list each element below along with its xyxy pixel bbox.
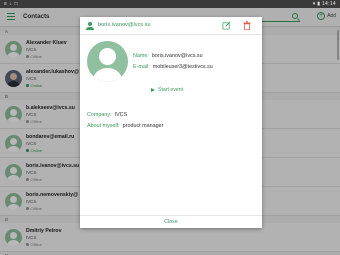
start-event-button[interactable]: Start event: [151, 87, 183, 93]
close-button[interactable]: Close: [80, 216, 262, 228]
email-value: mobileuser3@testivcs.su: [152, 64, 213, 70]
company-field: Company: IVCS: [87, 112, 127, 118]
company-value: IVCS: [114, 112, 128, 118]
contact-details-dialog: boris.ivanov@ivcs.su Name: boris.ivanov@i…: [80, 17, 262, 228]
about-value: product manager: [122, 123, 164, 129]
person-icon: [86, 22, 94, 30]
start-event-label: Start event: [158, 87, 184, 93]
name-label: Name:: [133, 53, 149, 59]
email-label: E-mail:: [133, 64, 150, 70]
name-field: Name: boris.ivanov@ivcs.su: [133, 53, 203, 59]
status-bar-right: ▾ ▮ 14:14: [312, 1, 336, 7]
name-value: boris.ivanov@ivcs.su: [151, 53, 203, 59]
company-label: Company:: [87, 112, 112, 118]
trash-icon[interactable]: [243, 21, 251, 30]
about-field: About myself: product manager: [87, 123, 163, 129]
dialog-title-email: boris.ivanov@ivcs.su: [98, 22, 151, 28]
dialog-footer: Close: [80, 215, 262, 228]
play-icon: [151, 88, 155, 92]
edit-icon[interactable]: [222, 21, 231, 30]
contact-avatar: [87, 41, 128, 82]
status-bar-left: ≡ ↓ □: [4, 1, 18, 7]
email-field: E-mail: mobileuser3@testivcs.su: [133, 64, 213, 70]
dialog-header: boris.ivanov@ivcs.su: [80, 17, 262, 35]
status-bar: ≡ ↓ □ ▾ ▮ 14:14: [0, 0, 340, 8]
about-label: About myself:: [87, 123, 120, 129]
